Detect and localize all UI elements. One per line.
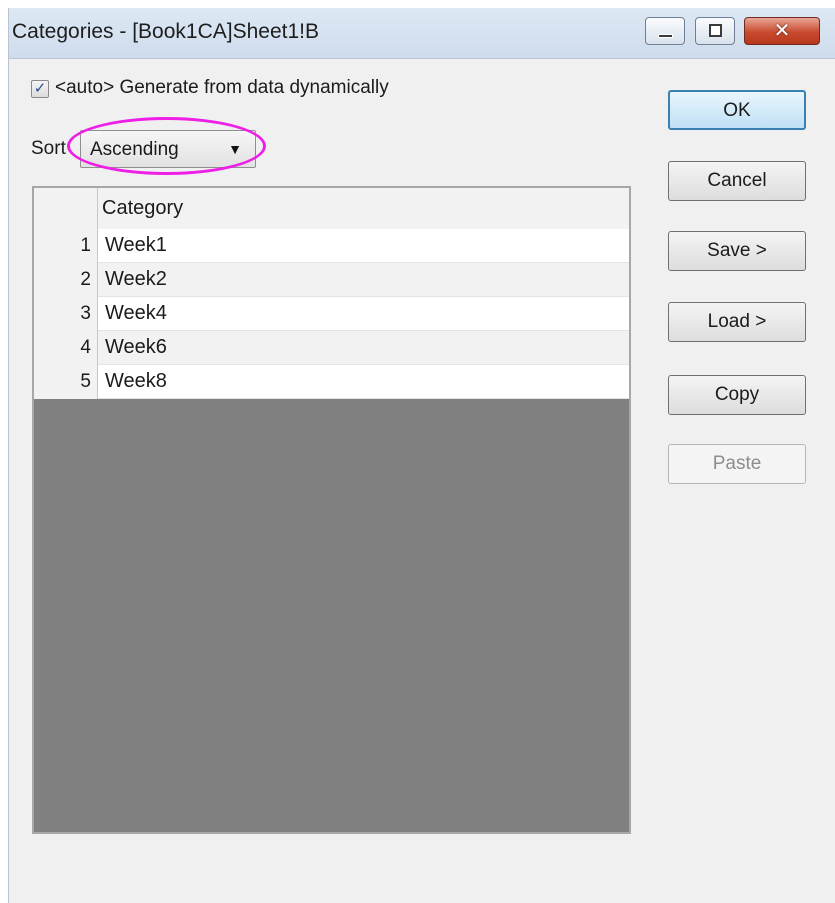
load-button[interactable]: Load > — [668, 302, 806, 342]
row-number[interactable]: 5 — [34, 365, 98, 399]
minimize-icon — [658, 34, 673, 38]
table-row[interactable]: 4 Week6 — [34, 331, 629, 365]
grid-header: Category — [34, 188, 629, 230]
close-button[interactable]: ✕ — [744, 17, 820, 45]
auto-generate-label: <auto> Generate from data dynamically — [55, 77, 389, 98]
row-number[interactable]: 4 — [34, 331, 98, 365]
row-number[interactable]: 3 — [34, 297, 98, 331]
grid-corner-cell[interactable] — [34, 188, 98, 229]
category-grid[interactable]: Category 1 Week1 2 Week2 3 Week4 4 Week6… — [32, 186, 631, 834]
category-cell[interactable]: Week2 — [105, 263, 167, 296]
window-title: Categories - [Book1CA]Sheet1!B — [12, 20, 320, 43]
table-row[interactable]: 1 Week1 — [34, 229, 629, 263]
cancel-button[interactable]: Cancel — [668, 161, 806, 201]
row-number[interactable]: 2 — [34, 263, 98, 297]
dropdown-arrow-icon: ▼ — [228, 141, 242, 157]
table-row[interactable]: 3 Week4 — [34, 297, 629, 331]
title-bar[interactable]: Categories - [Book1CA]Sheet1!B ✕ — [9, 8, 835, 59]
category-cell[interactable]: Week6 — [105, 331, 167, 364]
sort-dropdown[interactable]: Ascending ▼ — [80, 130, 256, 168]
ok-button[interactable]: OK — [668, 90, 806, 130]
sort-label: Sort — [31, 138, 66, 159]
save-button[interactable]: Save > — [668, 231, 806, 271]
categories-dialog: Categories - [Book1CA]Sheet1!B ✕ ✓ <auto… — [8, 8, 835, 903]
category-cell[interactable]: Week4 — [105, 297, 167, 330]
table-row[interactable]: 5 Week8 — [34, 365, 629, 399]
minimize-button[interactable] — [645, 17, 685, 45]
table-row[interactable]: 2 Week2 — [34, 263, 629, 297]
maximize-button[interactable] — [695, 17, 735, 45]
category-cell[interactable]: Week8 — [105, 365, 167, 398]
category-cell[interactable]: Week1 — [105, 229, 167, 262]
auto-generate-checkbox[interactable]: ✓ — [31, 80, 49, 98]
paste-button[interactable]: Paste — [668, 444, 806, 484]
checkmark-icon: ✓ — [33, 80, 47, 97]
column-header-category[interactable]: Category — [102, 197, 183, 220]
row-number[interactable]: 1 — [34, 229, 98, 263]
copy-button[interactable]: Copy — [668, 375, 806, 415]
maximize-icon — [709, 24, 722, 37]
sort-selected-value: Ascending — [90, 139, 179, 160]
close-icon: ✕ — [773, 20, 791, 42]
